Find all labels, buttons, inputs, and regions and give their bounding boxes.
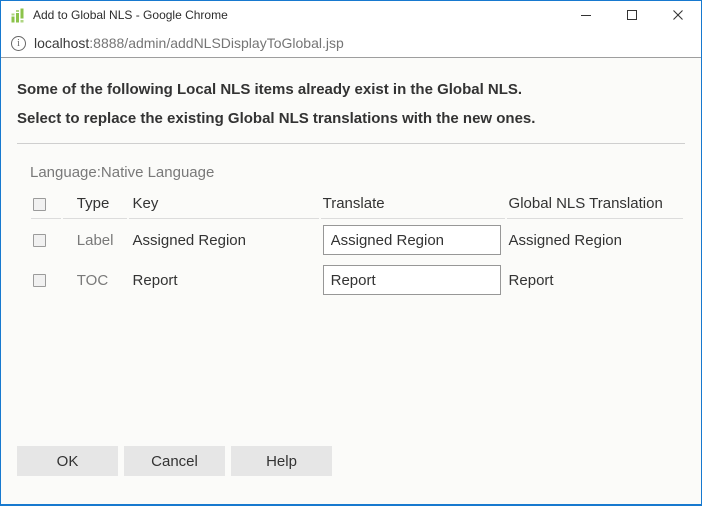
- translate-input[interactable]: [322, 265, 501, 295]
- col-header-key: Key: [128, 189, 319, 219]
- cell-key: Assigned Region: [132, 231, 246, 249]
- page-info-icon[interactable]: i: [11, 35, 26, 51]
- cell-key: Report: [132, 271, 178, 289]
- ok-button[interactable]: OK: [17, 446, 118, 476]
- minimize-button[interactable]: [563, 1, 609, 29]
- chrome-popup-window: Add to Global NLS - Google Chrome i loca…: [0, 0, 702, 506]
- window-title: Add to Global NLS - Google Chrome: [33, 8, 228, 22]
- col-header-translate: Translate: [320, 189, 505, 219]
- message-line-1: Some of the following Local NLS items al…: [17, 81, 523, 98]
- cell-global-translation: Report: [508, 271, 554, 289]
- cell-global-translation: Assigned Region: [508, 231, 622, 249]
- maximize-button[interactable]: [609, 1, 655, 29]
- message-block: Some of the following Local NLS items al…: [17, 58, 685, 133]
- button-bar: OK Cancel Help: [17, 446, 338, 476]
- window-controls: [563, 1, 701, 29]
- message-line-2: Select to replace the existing Global NL…: [17, 110, 536, 127]
- table-row: TOC Report Report: [31, 261, 683, 299]
- language-label: Language:Native Language: [30, 164, 215, 181]
- cell-type: Label: [76, 231, 114, 249]
- url-text: localhost:8888/admin/addNLSDisplayToGlob…: [34, 35, 344, 51]
- url-host: localhost: [34, 35, 90, 51]
- col-header-global: Global NLS Translation: [506, 189, 683, 219]
- close-icon: [673, 10, 683, 20]
- green-bar-chart-icon: [11, 8, 24, 23]
- cancel-button[interactable]: Cancel: [124, 446, 225, 476]
- minimize-icon: [581, 15, 591, 16]
- row-checkbox[interactable]: [33, 274, 46, 288]
- help-button[interactable]: Help: [231, 446, 332, 476]
- cell-type: TOC: [76, 271, 109, 289]
- translate-input[interactable]: [322, 225, 501, 255]
- page-content: Some of the following Local NLS items al…: [1, 58, 701, 301]
- table-header-row: Type Key Translate Global NLS Translatio…: [31, 189, 683, 219]
- col-header-type: Type: [62, 189, 127, 219]
- divider: [17, 143, 685, 144]
- maximize-icon: [627, 10, 637, 20]
- nls-table: Type Key Translate Global NLS Translatio…: [29, 187, 685, 301]
- address-bar: i localhost:8888/admin/addNLSDisplayToGl…: [1, 29, 701, 58]
- table-row: Label Assigned Region Assigned Region: [31, 221, 683, 259]
- row-checkbox[interactable]: [33, 234, 46, 248]
- select-all-checkbox[interactable]: [33, 197, 46, 211]
- close-button[interactable]: [655, 1, 701, 29]
- title-bar: Add to Global NLS - Google Chrome: [1, 1, 701, 29]
- url-path: :8888/admin/addNLSDisplayToGlobal.jsp: [89, 35, 344, 51]
